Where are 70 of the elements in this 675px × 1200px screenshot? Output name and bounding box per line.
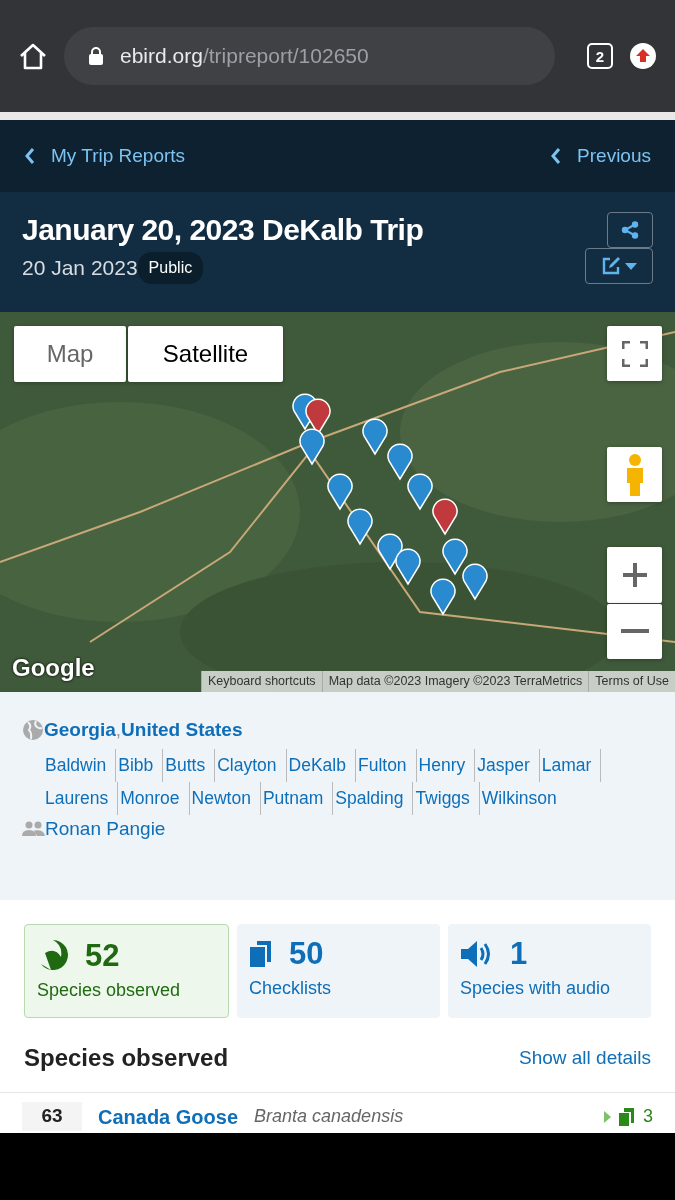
- county-link[interactable]: Monroe: [120, 781, 190, 815]
- minus-icon: [620, 628, 649, 635]
- county-link[interactable]: Clayton: [217, 748, 287, 782]
- stat-value: 52: [85, 939, 120, 971]
- fullscreen-icon: [621, 340, 648, 367]
- people-icon: [22, 820, 45, 837]
- google-logo: Google: [12, 653, 95, 683]
- lock-icon: [88, 46, 104, 66]
- county-link[interactable]: Spalding: [335, 781, 414, 815]
- county-link[interactable]: Jasper: [477, 748, 540, 782]
- edit-menu-button[interactable]: [585, 248, 653, 284]
- zoom-out-button[interactable]: [607, 604, 662, 659]
- documents-icon: [619, 1107, 635, 1126]
- attribution-link[interactable]: Map data ©2023 Imagery ©2023 TerraMetrics: [321, 671, 589, 692]
- observer-link[interactable]: Ronan Pangie: [45, 814, 166, 843]
- scientific-name: Branta canadensis: [254, 1105, 404, 1128]
- back-link[interactable]: My Trip Reports: [24, 141, 186, 171]
- previous-link[interactable]: Previous: [550, 141, 651, 171]
- stat-card[interactable]: 1 Species with audio: [448, 924, 651, 1018]
- trip-date: 20 Jan 2023: [22, 255, 138, 282]
- home-icon[interactable]: [18, 42, 48, 70]
- show-details-link[interactable]: Show all details: [518, 1043, 651, 1073]
- country-link[interactable]: United States: [121, 716, 243, 745]
- address-bar[interactable]: ebird.org/tripreport/102650: [64, 27, 555, 85]
- stat-value: 1: [510, 938, 528, 969]
- stat-label: Checklists: [249, 977, 333, 1000]
- globe-icon: [22, 719, 44, 742]
- county-link[interactable]: Baldwin: [45, 748, 117, 782]
- county-link[interactable]: Lamar: [541, 748, 602, 782]
- county-link[interactable]: Henry: [418, 748, 476, 782]
- county-link[interactable]: Twiggs: [415, 781, 480, 815]
- arrow-up-icon[interactable]: [629, 42, 657, 70]
- county-link[interactable]: Putnam: [262, 781, 334, 815]
- county-link[interactable]: Fulton: [357, 748, 417, 782]
- zoom-in-button[interactable]: [607, 547, 662, 603]
- stat-value: 50: [289, 938, 324, 969]
- documents-icon: [249, 939, 273, 968]
- county-link[interactable]: Wilkinson: [481, 781, 566, 815]
- caret-icon: [625, 262, 637, 270]
- visibility-badge: Public: [137, 252, 204, 284]
- map-type-button[interactable]: Satellite: [128, 326, 283, 382]
- plus-icon: [622, 563, 647, 587]
- trip-title: January 20, 2023 DeKalb Trip: [22, 212, 424, 248]
- species-name-link[interactable]: Canada Goose: [98, 1101, 239, 1132]
- species-count: 63: [22, 1102, 82, 1131]
- county-link[interactable]: Newton: [191, 781, 261, 815]
- triangle-icon: [604, 1110, 611, 1123]
- county-link[interactable]: Butts: [165, 748, 216, 782]
- edit-icon: [601, 256, 621, 276]
- region-link[interactable]: Georgia: [44, 716, 116, 745]
- county-link[interactable]: Laurens: [45, 781, 119, 815]
- checklist-count: 3: [643, 1105, 653, 1128]
- share-button[interactable]: [607, 212, 653, 248]
- fullscreen-button[interactable]: [607, 326, 662, 381]
- stat-card[interactable]: 50 Checklists: [237, 924, 440, 1018]
- share-icon: [621, 221, 639, 239]
- stat-card[interactable]: 52 Species observed: [24, 924, 229, 1018]
- county-link[interactable]: DeKalb: [288, 748, 356, 782]
- map-type-button[interactable]: Map: [14, 326, 126, 382]
- county-link[interactable]: Bibb: [118, 748, 164, 782]
- section-title: Species observed: [24, 1043, 229, 1073]
- chevron-left-icon: [24, 147, 35, 165]
- stat-label: Species with audio: [460, 977, 612, 1000]
- attribution-link[interactable]: Keyboard shortcuts: [200, 671, 322, 692]
- tab-count-button[interactable]: 2: [587, 43, 613, 69]
- url-text: ebird.org/tripreport/102650: [120, 43, 369, 70]
- comma-separator: ,: [115, 718, 122, 742]
- attribution-link[interactable]: Terms of Use: [588, 671, 675, 692]
- chevron-left-icon: [550, 147, 562, 165]
- stat-label: Species observed: [37, 979, 182, 1002]
